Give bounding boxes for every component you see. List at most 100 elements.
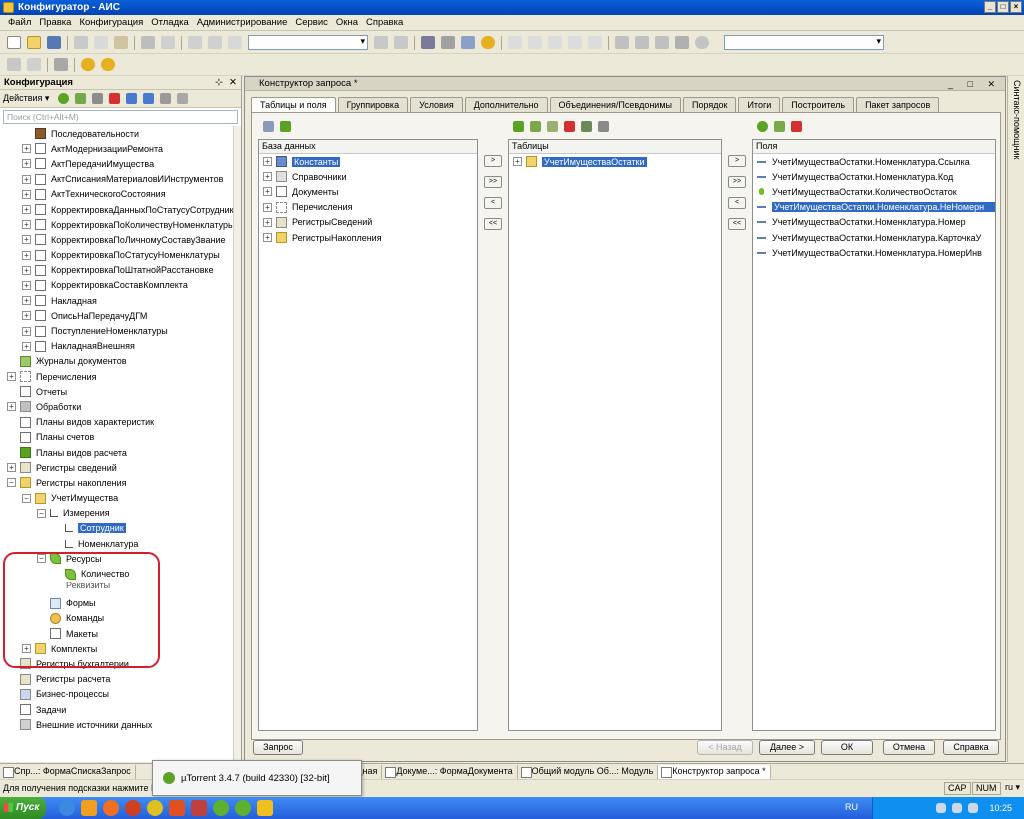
tree-item[interactable]: + АктСписанияМатериаловИИнструментов — [0, 172, 234, 187]
tree-item[interactable]: − Регистры накопления — [0, 475, 234, 490]
explorer-icon[interactable] — [81, 800, 97, 816]
tree-item[interactable]: − УчетИмущества — [0, 491, 234, 506]
menu-help[interactable]: Справка — [362, 17, 407, 28]
tray-icon[interactable] — [968, 803, 979, 813]
ok-button[interactable]: ОК — [821, 740, 873, 755]
expand-icon[interactable]: + — [263, 202, 272, 212]
utorrent-taskbar-icon[interactable] — [213, 800, 229, 816]
tree-item[interactable]: Задачи — [0, 702, 234, 717]
tree-item[interactable]: Планы видов характеристик — [0, 415, 234, 430]
field-item[interactable]: УчетИмуществаОстатки.Номенклатура.НеНоме… — [753, 200, 995, 215]
pin-icon[interactable]: ⊹ — [215, 76, 223, 90]
field-item[interactable]: УчетИмуществаОстатки.Номенклатура.Ссылка — [753, 154, 995, 169]
tree-item[interactable]: Регистры расчета — [0, 672, 234, 687]
firefox-icon[interactable] — [125, 800, 141, 816]
filter-icon[interactable] — [177, 93, 189, 104]
selected-tree-item[interactable]: Сотрудник — [78, 523, 126, 534]
1c-icon[interactable] — [147, 800, 163, 816]
remove-field-button[interactable]: < — [728, 197, 746, 209]
minimize-button[interactable]: _ — [984, 1, 996, 13]
find-icon[interactable] — [228, 36, 242, 49]
procedure-combo[interactable] — [724, 35, 884, 50]
undo-icon[interactable] — [188, 36, 202, 49]
expand-icon[interactable]: + — [22, 159, 31, 169]
expand-icon[interactable]: + — [22, 341, 31, 351]
browser-icon[interactable] — [59, 800, 75, 816]
properties-icon[interactable] — [263, 121, 274, 132]
bracket-icon[interactable] — [508, 36, 522, 49]
menu-configuration[interactable]: Конфигурация — [75, 17, 147, 28]
collapse-icon[interactable]: − — [37, 508, 46, 518]
delete-field-icon[interactable] — [791, 121, 802, 132]
expand-icon[interactable]: + — [22, 235, 31, 245]
tree-item[interactable]: Номенклатура — [0, 536, 234, 551]
print-icon[interactable] — [141, 36, 155, 49]
language-indicator[interactable]: ru ▾ — [1002, 782, 1023, 795]
tab-unions-aliases[interactable]: Объединения/Псевдонимы — [549, 97, 681, 112]
menu-debug[interactable]: Отладка — [147, 17, 193, 28]
database-item[interactable]: + Константы — [259, 154, 477, 169]
remove-table-button[interactable]: < — [484, 197, 502, 209]
database-item[interactable]: + Перечисления — [259, 200, 477, 215]
expand-icon[interactable]: + — [22, 205, 31, 215]
add-table-icon[interactable] — [513, 121, 524, 132]
table-options-icon[interactable] — [598, 121, 609, 132]
add-field-button[interactable]: > — [728, 155, 746, 167]
collapse-icon[interactable]: − — [7, 478, 16, 488]
syntax-helper-tab[interactable]: Синтакс-помощник — [1007, 76, 1024, 762]
tree-search-input[interactable]: Поиск (Ctrl+Alt+M) — [3, 110, 238, 124]
expand-icon[interactable]: + — [22, 296, 31, 306]
expand-icon[interactable]: + — [22, 220, 31, 230]
database-item[interactable]: + Справочники — [259, 169, 477, 184]
tab-conditions[interactable]: Условия — [410, 97, 463, 112]
search-combo[interactable] — [248, 35, 368, 50]
window-tab[interactable]: Спр...: ФормаСпискаЗапрос — [0, 764, 136, 779]
expand-icon[interactable]: + — [22, 174, 31, 184]
tree-item[interactable]: Формы — [0, 596, 234, 611]
tree-item[interactable]: Отчеты — [0, 384, 234, 399]
info-icon[interactable] — [481, 36, 495, 49]
tab-query-batch[interactable]: Пакет запросов — [856, 97, 940, 112]
tray-language[interactable]: RU — [845, 802, 858, 812]
replace-table-icon[interactable] — [581, 121, 592, 132]
expand-icon[interactable]: + — [22, 280, 31, 290]
utorrent-taskbar-icon-2[interactable] — [235, 800, 251, 816]
table-item[interactable]: + УчетИмуществаОстатки — [509, 154, 721, 169]
tree-item[interactable]: Количество — [0, 566, 234, 581]
remove-all-tables-button[interactable]: << — [484, 218, 502, 230]
open-icon[interactable] — [27, 36, 41, 49]
actions-menu[interactable]: Действия ▾ — [3, 93, 49, 104]
expand-icon[interactable]: + — [7, 372, 16, 382]
mail-icon[interactable] — [169, 800, 185, 816]
expand-icon[interactable]: + — [7, 463, 16, 473]
tree-item[interactable]: Планы видов расчета — [0, 445, 234, 460]
expand-icon[interactable]: + — [263, 187, 272, 197]
collapse-icon[interactable]: − — [37, 554, 46, 564]
expand-icon[interactable]: + — [7, 402, 16, 412]
tab-additional[interactable]: Дополнительно — [464, 97, 548, 112]
expand-icon[interactable]: + — [513, 157, 522, 167]
tree-item[interactable]: − Ресурсы — [0, 551, 234, 566]
new-icon[interactable] — [7, 36, 21, 49]
list-icon[interactable] — [635, 36, 649, 49]
expand-icon[interactable]: + — [22, 189, 31, 199]
field-item[interactable]: УчетИмуществаОстатки.КоличествоОстаток — [753, 184, 995, 199]
tree-item[interactable]: + Перечисления — [0, 369, 234, 384]
redo-icon[interactable] — [208, 36, 222, 49]
preview-icon[interactable] — [161, 36, 175, 49]
tree-item[interactable]: Регистры бухгалтерии — [0, 656, 234, 671]
brace-icon[interactable] — [568, 36, 582, 49]
block-icon[interactable] — [528, 36, 542, 49]
network-icon[interactable] — [936, 803, 947, 813]
tree-item[interactable]: + АктТехническогоСостояния — [0, 187, 234, 202]
format-icon[interactable] — [675, 36, 689, 49]
tab-tables-and-fields[interactable]: Таблицы и поля — [251, 97, 336, 113]
move-up-icon[interactable] — [126, 93, 138, 104]
structure-icon[interactable] — [548, 36, 562, 49]
add-icon[interactable] — [58, 93, 70, 104]
find-prev-icon[interactable] — [394, 36, 408, 49]
add-all-tables-button[interactable]: >> — [484, 176, 502, 188]
copy-item-icon[interactable] — [92, 93, 104, 104]
expand-icon[interactable]: + — [22, 644, 31, 654]
back-button[interactable]: < Назад — [697, 740, 753, 755]
